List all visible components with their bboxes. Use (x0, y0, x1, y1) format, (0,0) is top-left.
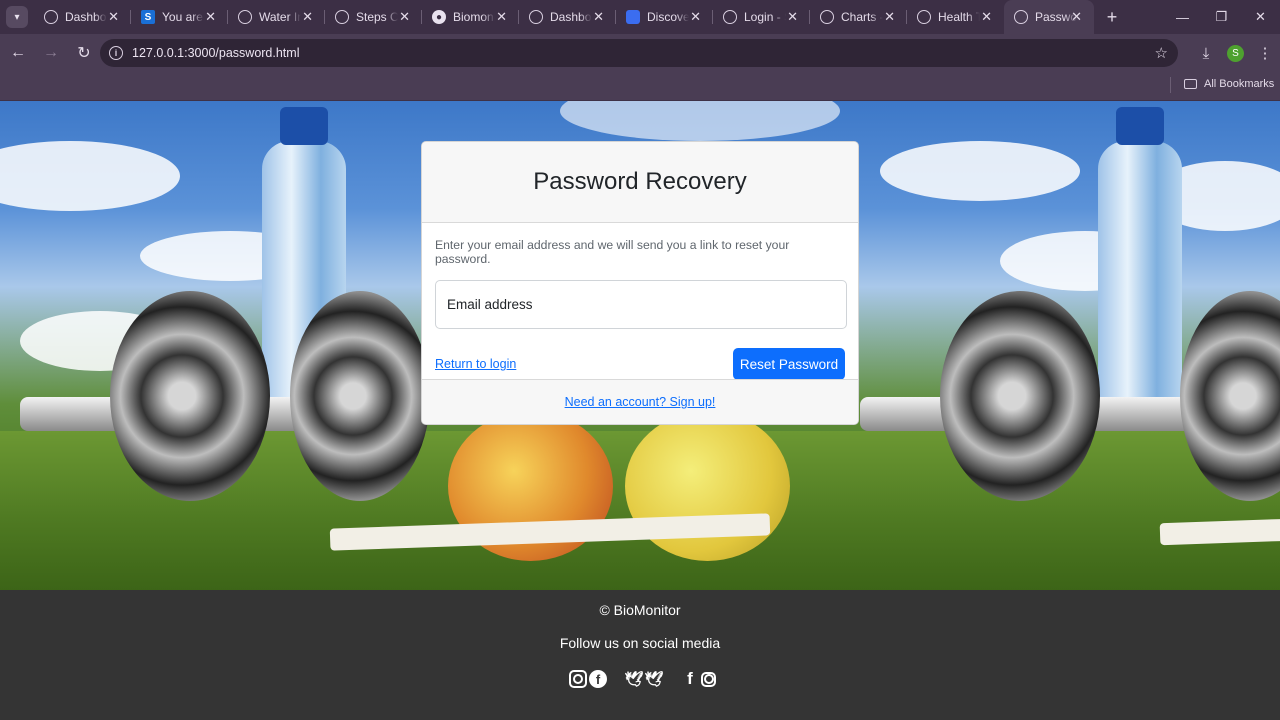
globe-icon (529, 10, 543, 24)
card-footer: Need an account? Sign up! (422, 379, 858, 424)
window-controls: — ❐ ✕ (1163, 0, 1280, 34)
password-recovery-card: Password Recovery Enter your email addre… (421, 141, 859, 425)
back-button[interactable]: ← (3, 38, 33, 68)
tab-dashboard-2[interactable]: Dashboard ✕ (519, 0, 616, 34)
tab-strip: ▾ Dashboard ✕ S You are ✕ Water Intake ✕… (0, 0, 1280, 34)
close-icon[interactable]: ✕ (302, 9, 313, 25)
all-bookmarks-button[interactable]: All Bookmarks (1184, 78, 1274, 90)
reset-password-button[interactable]: Reset Password (733, 348, 845, 380)
navigation-bar: ← → ↻ i 127.0.0.1:3000/password.html ☆ ⤓… (0, 34, 1280, 72)
email-field-placeholder: Email address (447, 297, 533, 312)
return-to-login-link[interactable]: Return to login (435, 357, 516, 371)
tab-steps-counter[interactable]: Steps Counter ✕ (325, 0, 422, 34)
menu-icon[interactable]: ⋮ (1250, 44, 1280, 62)
new-tab-button[interactable]: + (1102, 7, 1122, 28)
tab-search-button[interactable]: ▾ (6, 6, 28, 28)
globe-icon (723, 10, 737, 24)
tab-charts[interactable]: Charts - ✕ (810, 0, 907, 34)
tab-title: Dashboard (550, 10, 592, 24)
instagram-icon[interactable] (701, 671, 716, 687)
doc-icon (626, 10, 640, 24)
follow-text: Follow us on social media (559, 635, 721, 651)
tab-health[interactable]: Health T ✕ (907, 0, 1004, 34)
email-field[interactable]: Email address (435, 280, 847, 329)
close-icon[interactable]: ✕ (108, 9, 119, 25)
close-icon[interactable]: ✕ (496, 9, 507, 25)
reload-button[interactable]: ↻ (69, 38, 99, 68)
globe-icon (335, 10, 349, 24)
download-icon[interactable]: ⤓ (1191, 45, 1221, 62)
close-icon[interactable]: ✕ (593, 9, 604, 25)
bookmarks-bar: All Bookmarks (0, 72, 1280, 101)
bookmark-star-icon[interactable]: ☆ (1155, 44, 1168, 62)
globe-icon (44, 10, 58, 24)
profile-avatar[interactable]: S (1227, 44, 1244, 62)
github-icon: ● (432, 10, 446, 24)
close-window-button[interactable]: ✕ (1241, 0, 1280, 34)
maximize-button[interactable]: ❐ (1202, 0, 1241, 34)
tab-discover[interactable]: Discover ✕ (616, 0, 713, 34)
facebook-icon[interactable]: f (589, 670, 607, 688)
globe-icon (238, 10, 252, 24)
folder-icon (1184, 79, 1197, 89)
card-header: Password Recovery (422, 142, 858, 223)
tab-biomonitor[interactable]: ● Biomonitor ✕ (422, 0, 519, 34)
tab-title: You are (162, 10, 203, 24)
close-icon[interactable]: ✕ (1071, 9, 1082, 25)
close-icon[interactable]: ✕ (205, 9, 216, 25)
forward-button[interactable]: → (36, 38, 66, 68)
tab-water-intake[interactable]: Water Intake ✕ (228, 0, 325, 34)
close-icon[interactable]: ✕ (399, 9, 410, 25)
tab-title: Discover (647, 10, 689, 24)
all-bookmarks-label: All Bookmarks (1204, 78, 1275, 90)
site-footer: © BioMonitor Follow us on social media f… (0, 590, 1280, 720)
close-icon[interactable]: ✕ (787, 9, 798, 25)
bookmarks-divider (1170, 77, 1171, 93)
social-links: f 🕊 🕊 f (569, 669, 716, 688)
tab-title: Charts - (841, 10, 883, 24)
toolbar-actions: ⤓ S ⋮ (1191, 38, 1280, 68)
twitter-icon[interactable]: 🕊 (644, 670, 663, 688)
globe-icon (820, 10, 834, 24)
close-icon[interactable]: ✕ (690, 9, 701, 25)
copyright-text: © BioMonitor (599, 602, 681, 618)
tab-password[interactable]: Password ✕ (1004, 0, 1094, 34)
close-icon[interactable]: ✕ (981, 9, 992, 25)
twitter-icon[interactable]: 🕊 (624, 670, 643, 688)
facebook-icon[interactable]: f (681, 669, 699, 688)
tab-you-are[interactable]: S You are ✕ (131, 0, 228, 34)
tab-dashboard[interactable]: Dashboard ✕ (34, 0, 131, 34)
tab-title: Biomonitor (453, 10, 495, 24)
page-title: Password Recovery (533, 168, 747, 195)
tab-title: Water Intake (259, 10, 301, 24)
address-bar[interactable]: i 127.0.0.1:3000/password.html ☆ (100, 39, 1178, 67)
s-logo-icon: S (141, 10, 155, 24)
card-body: Enter your email address and we will sen… (422, 223, 858, 389)
tab-title: Steps Counter (356, 10, 398, 24)
tab-login[interactable]: Login - S ✕ (713, 0, 810, 34)
instagram-icon[interactable] (569, 670, 587, 688)
tab-title: Login - S (744, 10, 786, 24)
globe-icon (1014, 10, 1028, 24)
url-text[interactable]: 127.0.0.1:3000/password.html (132, 46, 299, 60)
signup-link[interactable]: Need an account? Sign up! (565, 395, 716, 409)
site-info-icon[interactable]: i (109, 46, 123, 60)
globe-icon (917, 10, 931, 24)
instructions-text: Enter your email address and we will sen… (435, 238, 790, 266)
minimize-button[interactable]: — (1163, 0, 1202, 34)
tab-title: Health T (938, 10, 980, 24)
tab-title: Dashboard (65, 10, 107, 24)
close-icon[interactable]: ✕ (884, 9, 895, 25)
tab-list: Dashboard ✕ S You are ✕ Water Intake ✕ S… (34, 0, 1094, 34)
